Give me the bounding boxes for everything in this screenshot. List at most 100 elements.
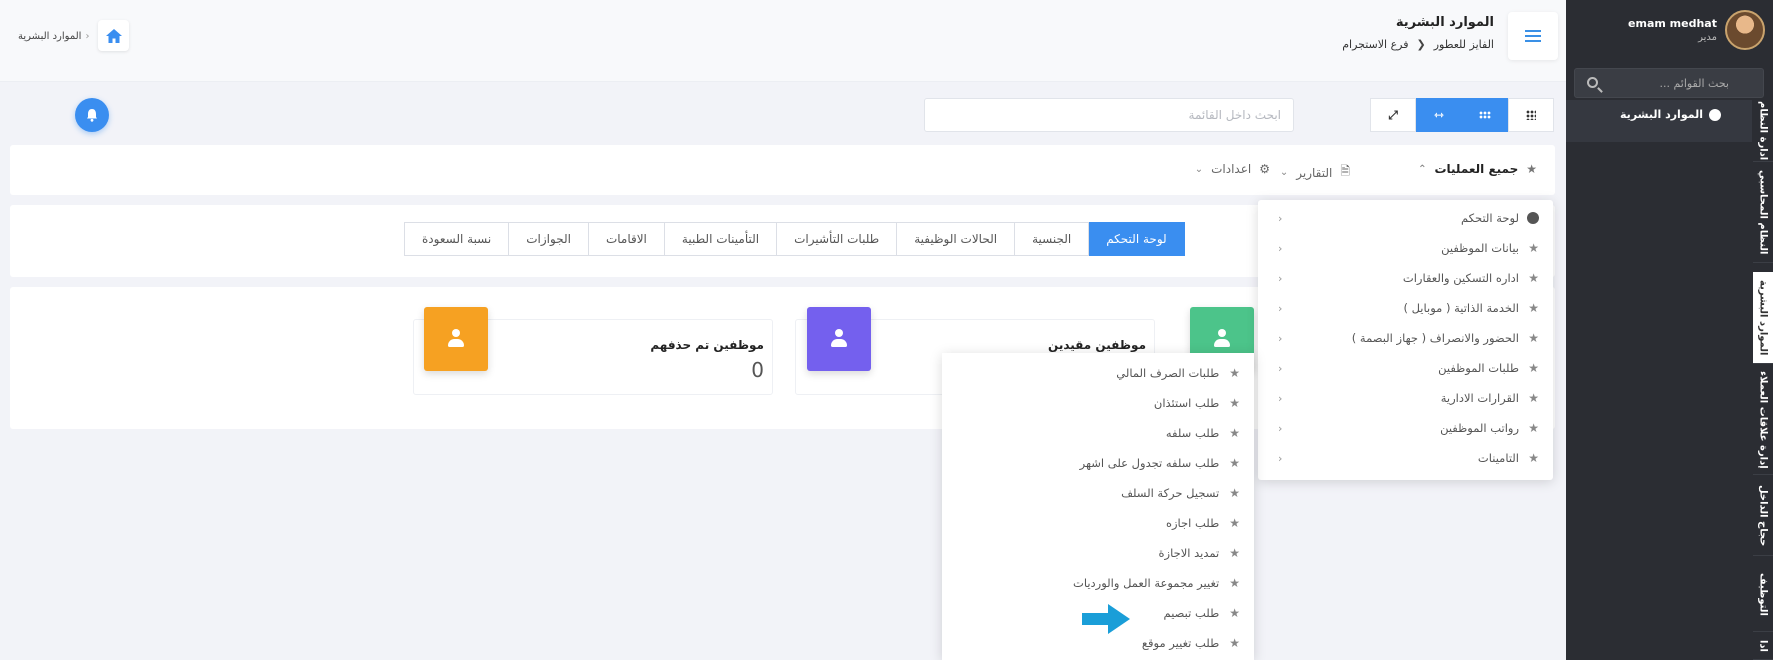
list-search-input[interactable] — [925, 99, 1293, 131]
star-icon: ★ — [1229, 396, 1240, 410]
submenu-item-advance-movement[interactable]: ★ تسجيل حركة السلف — [1121, 483, 1240, 503]
compress-icon: ⤢ — [1388, 107, 1398, 122]
collapse-button[interactable]: ⤢ — [1370, 98, 1416, 132]
apps-view-button[interactable] — [1508, 98, 1554, 132]
user-profile[interactable]: emam medhat مدير — [1628, 10, 1765, 50]
submenu-item-label: طلب تبصيم — [1163, 606, 1220, 620]
submenu-item-label: تمديد الاجازة — [1158, 546, 1220, 560]
submenu-item-shift-change[interactable]: ★ تغيير مجموعة العمل والورديات — [1073, 573, 1240, 593]
settings-menu[interactable]: ⚙ اعدادات ⌄ — [1195, 162, 1270, 176]
tab-job-statuses[interactable]: الحالات الوظيفية — [896, 222, 1016, 256]
submenu-item-label: طلب تغيير موقع — [1141, 636, 1220, 650]
pointer-arrow-icon — [1082, 604, 1130, 634]
menu-toggle-button[interactable] — [1508, 12, 1558, 60]
star-icon: ★ — [1229, 576, 1240, 590]
dropdown-item-employee-requests[interactable]: ★ طلبات الموظفين ‹ — [1258, 353, 1553, 383]
dropdown-item-dashboard[interactable]: لوحة التحكم ‹ — [1258, 203, 1553, 233]
gear-icon: ⚙ — [1259, 162, 1270, 176]
document-icon: 🗎 — [1340, 164, 1350, 178]
vtab-crm[interactable]: إدارة علاقات العملاء — [1753, 365, 1773, 475]
submenu-item-leave[interactable]: ★ طلب اجازه — [1166, 513, 1240, 533]
grid-view-button[interactable] — [1462, 98, 1508, 132]
header: الموارد البشرية الفايز للعطور ❮ فرع الاس… — [0, 0, 1566, 82]
breadcrumb-branch[interactable]: فرع الاستجرام — [1342, 38, 1408, 51]
submenu-item-scheduled-advance[interactable]: ★ طلب سلفه تجدول على اشهر — [1080, 453, 1240, 473]
deleted-employees-icon — [424, 307, 488, 371]
chevron-left-icon: ❮ — [1416, 38, 1426, 51]
vtab-accounting[interactable]: النظام المحاسبي — [1753, 163, 1773, 263]
dropdown-item-insurance[interactable]: ★ التامينات ‹ — [1258, 443, 1553, 473]
dropdown-item-label: الحضور والانصراف ( جهاز البصمة ) — [1351, 331, 1519, 345]
star-icon: ★ — [1528, 301, 1539, 315]
submenu-item-fingerprint[interactable]: ★ طلب تبصيم — [1164, 603, 1240, 623]
apps-icon — [1526, 110, 1536, 120]
user-role: مدير — [1698, 32, 1717, 43]
star-icon: ★ — [1229, 426, 1240, 440]
submenu-item-advance[interactable]: ★ طلب سلفه — [1166, 423, 1240, 443]
tab-medical-insurance[interactable]: التأمينات الطبية — [663, 222, 778, 256]
dropdown-item-label: طلبات الموظفين — [1438, 361, 1519, 375]
star-icon: ★ — [1229, 456, 1240, 470]
user-icon — [1212, 329, 1232, 349]
vtab-recruitment[interactable]: التوظيف — [1753, 557, 1773, 632]
submenu-item-financial[interactable]: ★ طلبات الصرف المالي — [1116, 363, 1240, 383]
vtab-system-admin[interactable]: ادارة النظام — [1753, 100, 1773, 162]
star-icon: ★ — [1229, 546, 1240, 560]
star-icon: ★ — [1528, 421, 1539, 435]
stat-label: موظفين مقيدين — [1048, 338, 1146, 352]
submenu-item-label: تغيير مجموعة العمل والورديات — [1073, 576, 1220, 590]
notifications-button[interactable] — [75, 98, 109, 132]
chevron-left-icon: ‹ — [1278, 421, 1283, 435]
breadcrumb-company[interactable]: الفايز للعطور — [1434, 38, 1494, 51]
tab-nationality[interactable]: الجنسية — [1014, 222, 1090, 256]
stat-value: 0 — [751, 358, 764, 382]
submenu-item-location-change[interactable]: ★ طلب تغيير موقع — [1142, 633, 1240, 653]
submenu-item-label: طلب سلفه — [1165, 426, 1220, 440]
sidebar-menu-panel — [1566, 100, 1752, 142]
view-buttons: ⤢ ⇿ — [1370, 98, 1554, 132]
chevron-left-icon: ‹ — [85, 31, 90, 42]
submenu-item-permission[interactable]: ★ طلب استئذان — [1154, 393, 1240, 413]
dropdown-item-housing[interactable]: ★ اداره التسكين والعقارات ‹ — [1258, 263, 1553, 293]
arrows-horizontal-icon: ⇿ — [1433, 108, 1445, 122]
vtab-hr[interactable]: الموارد البشرية — [1753, 272, 1773, 364]
all-operations-menu[interactable]: ★ جميع العمليات ⌃ — [1418, 162, 1537, 176]
avatar[interactable] — [1725, 10, 1765, 50]
sidebar-search — [1574, 68, 1764, 98]
dropdown-item-label: القرارات الادارية — [1440, 391, 1519, 405]
chevron-left-icon: ‹ — [1278, 451, 1283, 465]
tab-visa-requests[interactable]: طلبات التأشيرات — [776, 222, 898, 256]
vtab-domestic-pilgrims[interactable]: حجاج الداخل — [1753, 476, 1773, 556]
bell-icon — [87, 109, 97, 122]
star-icon: ★ — [1229, 366, 1240, 380]
user-icon — [829, 329, 849, 349]
tab-residencies[interactable]: الاقامات — [587, 222, 665, 256]
left-breadcrumb-label[interactable]: الموارد البشرية — [18, 31, 81, 42]
reports-menu[interactable]: 🗎 التقارير ⌄ — [1280, 162, 1350, 183]
star-icon: ★ — [1528, 271, 1539, 285]
tab-bar: لوحة التحكم الجنسية الحالات الوظيفية طلب… — [404, 222, 1185, 256]
dropdown-item-salaries[interactable]: ★ رواتب الموظفين ‹ — [1258, 413, 1553, 443]
dropdown-item-admin-decisions[interactable]: ★ القرارات الادارية ‹ — [1258, 383, 1553, 413]
vtab-more[interactable]: ادا — [1753, 633, 1773, 660]
dropdown-item-label: اداره التسكين والعقارات — [1402, 271, 1519, 285]
dropdown-item-label: رواتب الموظفين — [1440, 421, 1519, 435]
submenu-item-leave-extension[interactable]: ★ تمديد الاجازة — [1159, 543, 1241, 563]
home-button[interactable] — [98, 20, 129, 51]
sidebar-item-hr[interactable]: الموارد البشرية — [1620, 108, 1721, 121]
tab-dashboard[interactable]: لوحة التحكم — [1088, 222, 1185, 256]
tab-saudization[interactable]: نسبة السعودة — [404, 222, 510, 256]
grid-icon — [1479, 111, 1491, 119]
expand-width-button[interactable]: ⇿ — [1416, 98, 1462, 132]
sidebar-search-input[interactable] — [1575, 69, 1763, 97]
left-breadcrumb: ‹ الموارد البشرية — [18, 31, 93, 42]
dropdown-item-employee-data[interactable]: ★ بيانات الموظفين ‹ — [1258, 233, 1553, 263]
sidebar-item-label: الموارد البشرية — [1620, 108, 1703, 121]
dropdown-item-attendance[interactable]: ★ الحضور والانصراف ( جهاز البصمة ) ‹ — [1258, 323, 1553, 353]
tab-passports[interactable]: الجوازات — [508, 222, 589, 256]
chevron-left-icon: ‹ — [1278, 361, 1283, 375]
settings-label: اعدادات — [1211, 162, 1252, 176]
star-icon: ★ — [1528, 241, 1539, 255]
star-icon: ★ — [1528, 391, 1539, 405]
dropdown-item-self-service[interactable]: ★ الخدمة الذاتية ( موبايل ) ‹ — [1258, 293, 1553, 323]
